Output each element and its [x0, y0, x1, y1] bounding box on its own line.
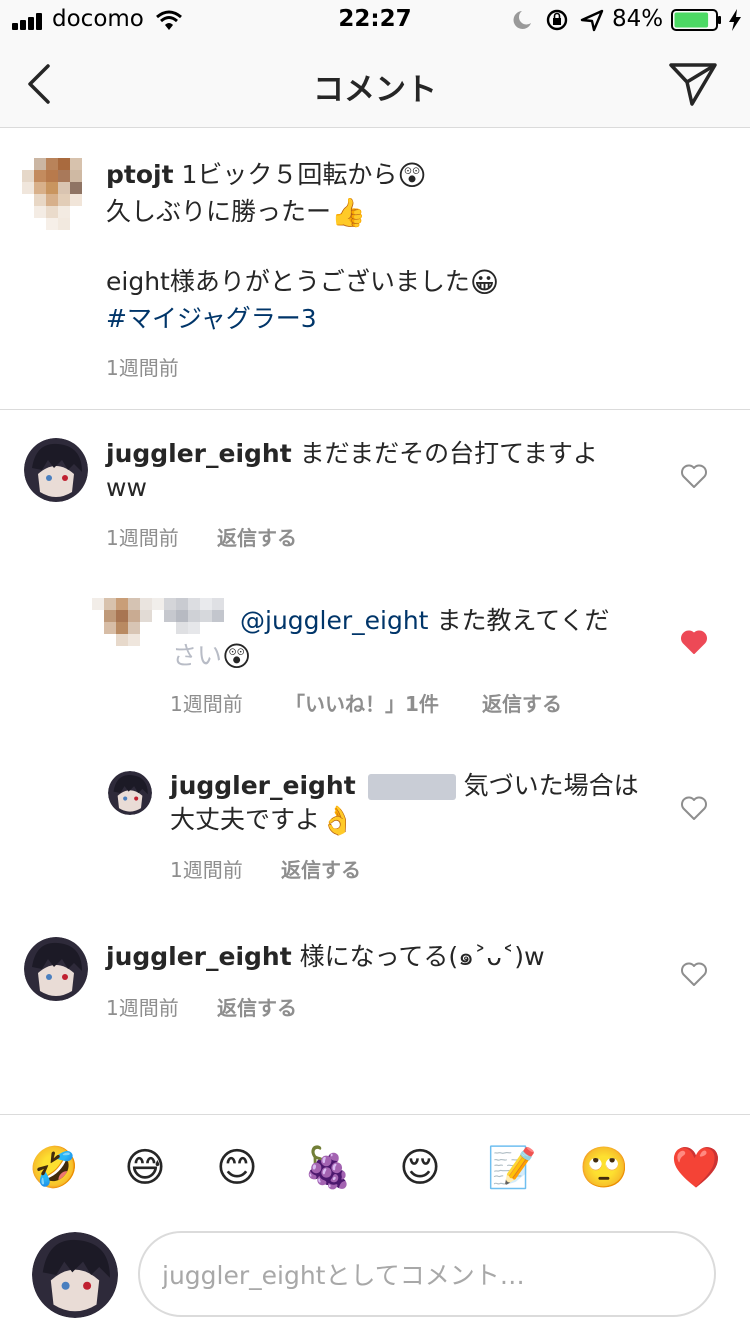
share-button[interactable] — [668, 60, 718, 108]
battery-icon — [671, 9, 721, 31]
page-title: コメント — [313, 72, 437, 108]
caption-line-1: ptojt 1ビック５回転から😲 — [106, 158, 427, 192]
comment-input[interactable] — [162, 1253, 692, 1297]
comment-timestamp: 1週間前 — [170, 858, 243, 882]
comment-text: まだまだその台打てますよ — [299, 439, 598, 468]
comment-3-line-2: 大丈夫ですよ👌 — [170, 803, 355, 837]
liked-heart-icon[interactable] — [680, 629, 708, 655]
reply-line-2: さい😲 — [172, 639, 251, 673]
emoji-sweat-smile-button[interactable]: 😅 — [115, 1140, 175, 1196]
status-bar: docomo 22:27 84% — [0, 0, 750, 40]
emoji-rofl-button[interactable]: 🤣 — [24, 1140, 84, 1196]
emoji-blush-button[interactable]: 😊 — [207, 1140, 267, 1196]
caption-text-2: 久しぶりに勝ったー — [106, 197, 332, 226]
moon-icon — [513, 11, 531, 29]
comment-text: また教えてくだ — [436, 606, 610, 635]
comment-4-line-1: juggler_eight 様になってる(๑˃ᴗ˂)w — [106, 940, 545, 974]
thumbs-up-emoji: 👍 — [331, 196, 366, 229]
comment-username[interactable]: juggler_eight — [106, 439, 292, 468]
location-icon — [580, 9, 604, 32]
comment-3-line-1: juggler_eight 気づいた場合は — [170, 769, 639, 803]
reply-button[interactable]: 返信する — [281, 854, 361, 883]
caption-avatar[interactable] — [22, 158, 86, 236]
mention-link[interactable]: @juggler_eight — [240, 606, 428, 635]
battery-percent: 84% — [612, 6, 664, 32]
caption-username[interactable]: ptojt — [106, 160, 174, 189]
reply-button[interactable]: 返信する — [217, 992, 297, 1021]
comment-avatar[interactable] — [108, 771, 152, 815]
hashtag-link[interactable]: #マイジャグラー3 — [106, 302, 317, 336]
my-avatar — [32, 1232, 118, 1318]
emoji-relieved-button[interactable]: 😌 — [390, 1140, 450, 1196]
emoji-memo-button[interactable]: 📝 — [482, 1140, 542, 1196]
like-heart-icon[interactable] — [680, 463, 708, 489]
caption-line-2: 久しぶりに勝ったー👍 — [106, 195, 366, 229]
comment-text: 気づいた場合は — [463, 771, 639, 800]
likes-count-button[interactable]: 「いいね！」1件 — [285, 688, 439, 717]
comment-text: 大丈夫ですよ — [170, 805, 321, 834]
comment-avatar[interactable] — [24, 937, 88, 1001]
comment-avatar[interactable] — [24, 438, 88, 502]
ok-hand-emoji: 👌 — [320, 804, 355, 837]
comment-text: 様になってる(๑˃ᴗ˂)w — [299, 942, 545, 971]
reply-line-1: @juggler_eight また教えてくだ — [240, 604, 609, 638]
reply-button[interactable]: 返信する — [482, 688, 562, 717]
comment-field[interactable] — [138, 1231, 716, 1317]
blurred-mention — [367, 774, 456, 800]
emoji-heart-button[interactable]: ❤️ — [666, 1140, 726, 1196]
paper-plane-icon — [669, 63, 717, 106]
astonished-emoji: 😲 — [222, 640, 252, 673]
grinning-emoji: 😀 — [469, 266, 500, 299]
charging-icon — [729, 9, 741, 31]
status-icons — [513, 9, 604, 32]
astonished-emoji: 😲 — [397, 159, 427, 192]
caption-line-3: eight様ありがとうございました😀 — [106, 265, 499, 299]
comment-text: さい — [172, 641, 223, 670]
comment-timestamp: 1週間前 — [106, 996, 179, 1020]
comment-1-line-1: juggler_eight まだまだその台打てますよ — [106, 437, 598, 471]
comment-timestamp: 1週間前 — [170, 692, 243, 716]
like-heart-icon[interactable] — [680, 795, 708, 821]
caption-text-1: 1ビック５回転から — [181, 160, 398, 189]
emoji-grapes-button[interactable]: 🍇 — [298, 1140, 358, 1196]
caption-timestamp: 1週間前 — [106, 356, 179, 380]
reply-button[interactable]: 返信する — [217, 522, 297, 551]
emoji-eye-roll-button[interactable]: 🙄 — [574, 1140, 634, 1196]
divider — [0, 409, 750, 410]
caption-text-3: eight様ありがとうございました — [106, 267, 470, 296]
divider — [0, 1114, 750, 1115]
comment-timestamp: 1週間前 — [106, 526, 179, 550]
comment-username[interactable]: juggler_eight — [170, 771, 356, 800]
comment-username[interactable]: juggler_eight — [106, 942, 292, 971]
like-heart-icon[interactable] — [680, 961, 708, 987]
comment-text: ww — [106, 473, 147, 502]
nav-bar: コメント — [0, 40, 750, 128]
